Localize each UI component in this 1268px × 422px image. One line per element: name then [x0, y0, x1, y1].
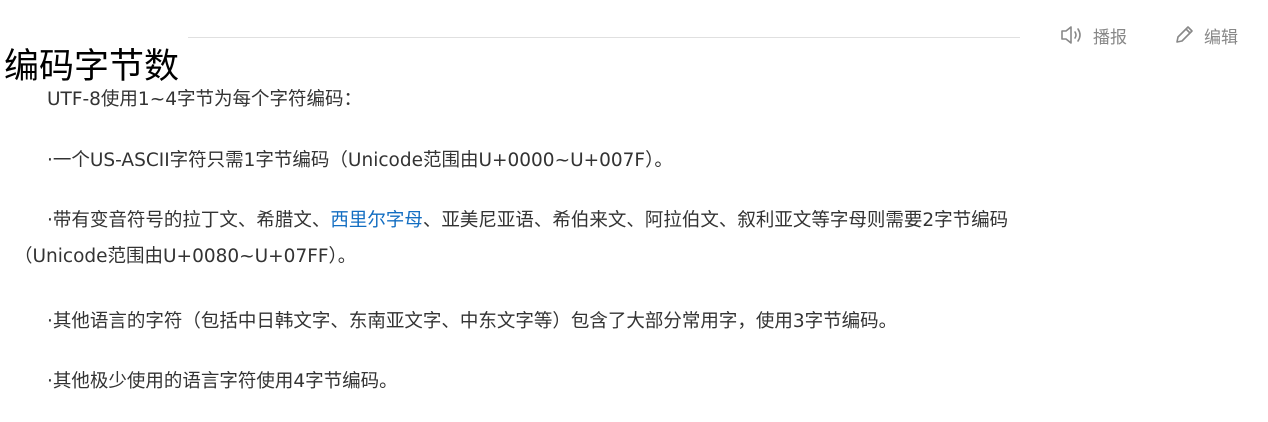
section-header: 编码字节数 播报 编辑 [0, 0, 1268, 87]
paragraph-2-byte-range: （Unicode范围由U+0080~U+07FF）。 [14, 246, 357, 267]
report-button[interactable]: 播报 [1060, 22, 1127, 48]
paragraph-2-byte-text-start: ·带有变音符号的拉丁文、希腊文、 [47, 210, 331, 231]
edit-label: 编辑 [1204, 27, 1238, 48]
title-divider [188, 37, 1020, 38]
pencil-icon [1173, 24, 1195, 46]
paragraph-intro: UTF-8使用1~4字节为每个字符编码： [47, 89, 362, 110]
paragraph-4-byte: ·其他极少使用的语言字符使用4字节编码。 [47, 371, 398, 392]
paragraph-2-byte-text-end: 、亚美尼亚语、希伯来文、阿拉伯文、叙利亚文等字母则需要2字节编码 [422, 210, 1009, 231]
speaker-icon [1060, 24, 1084, 46]
paragraph-1-byte: ·一个US-ASCII字符只需1字节编码（Unicode范围由U+0000~U+… [47, 150, 673, 171]
report-label: 播报 [1093, 27, 1127, 48]
edit-button[interactable]: 编辑 [1173, 22, 1238, 48]
paragraph-3-byte: ·其他语言的字符（包括中日韩文字、东南亚文字、中东文字等）包含了大部分常用字，使… [47, 311, 898, 332]
cyrillic-alphabet-link[interactable]: 西里尔字母 [330, 210, 423, 231]
paragraph-2-byte: ·带有变音符号的拉丁文、希腊文、西里尔字母、亚美尼亚语、希伯来文、阿拉伯文、叙利… [14, 203, 1254, 275]
